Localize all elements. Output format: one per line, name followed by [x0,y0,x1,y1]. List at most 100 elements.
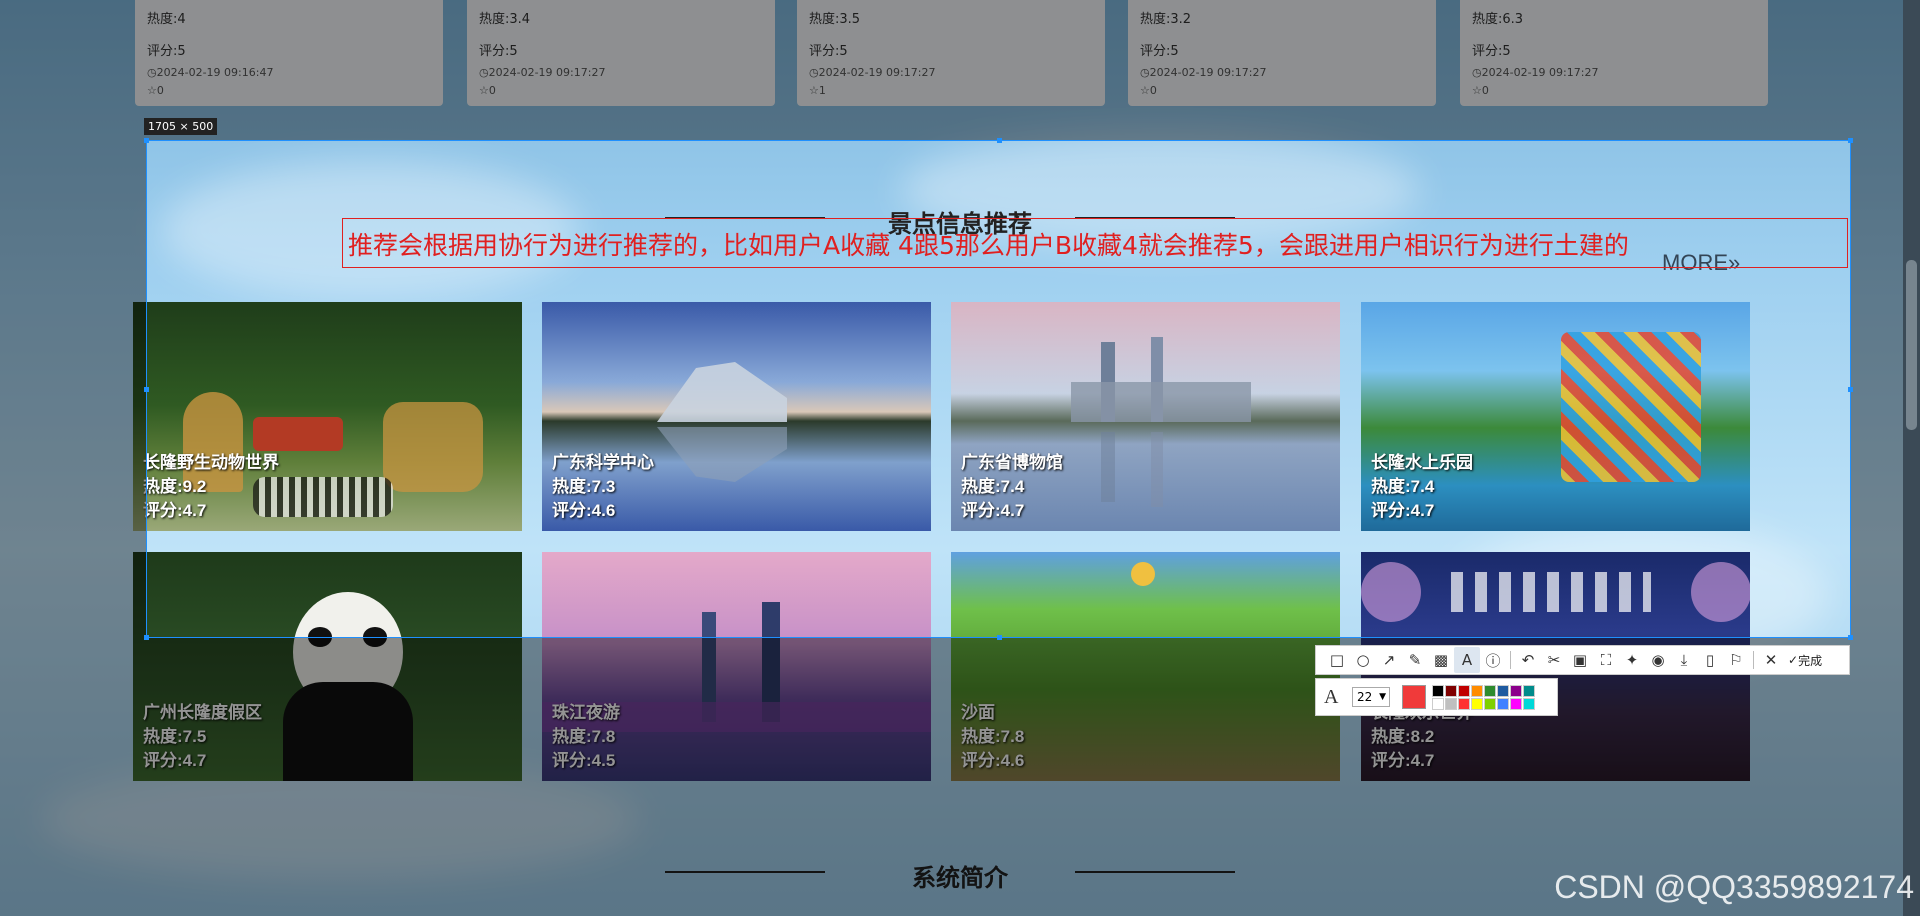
attraction-card[interactable]: 长隆野生动物世界 热度:9.2 评分:4.7 [133,302,522,531]
rectangle-tool-icon[interactable]: □ [1324,647,1350,673]
screenshot-toolbar: □ ○ ↗ ✎ ▩ A ⓘ ↶ ✂ ▣ ⛶ ✦ ◉ ⤓ ▯ ⚐ ✕ ✓ 完成 [1315,645,1850,675]
star-icon: ☆ [479,84,489,97]
attraction-card[interactable]: 长隆水上乐园 热度:7.4 评分:4.7 [1361,302,1750,531]
clock-icon: ◷ [1472,66,1482,79]
attraction-heat: 热度:7.4 [1371,477,1435,496]
top-card[interactable]: 热度:3.5 评分:5 ◷2024-02-19 09:17:27 ☆1 [797,0,1105,106]
top-card[interactable]: 热度:4 评分:5 ◷2024-02-19 09:16:47 ☆0 [135,0,443,106]
card-heat: 热度:3.4 [479,12,531,27]
ellipse-tool-icon[interactable]: ○ [1350,647,1376,673]
scrollbar-thumb[interactable] [1906,260,1917,430]
clock-icon: ◷ [809,66,819,79]
card-score: 评分:5 [479,44,518,59]
font-icon: A [1324,685,1339,708]
top-card[interactable]: 热度:3.2 评分:5 ◷2024-02-19 09:17:27 ☆0 [1128,0,1436,106]
done-label: 完成 [1798,653,1823,668]
color-palette [1432,684,1535,710]
attraction-info: 广东省博物馆 热度:7.4 评分:4.7 [961,451,1063,523]
check-icon: ✓ [1788,653,1799,667]
attraction-heat: 热度:9.2 [143,477,207,496]
attraction-info: 长隆野生动物世界 热度:9.2 评分:4.7 [143,451,279,523]
done-button[interactable]: ✓ 完成 [1788,652,1822,669]
record-icon[interactable]: ◉ [1645,647,1671,673]
pen-tool-icon[interactable]: ✎ [1402,647,1428,673]
card-heat: 热度:6.3 [1472,12,1524,27]
attraction-score: 评分:4.7 [1371,751,1435,770]
attraction-name: 广东省博物馆 [961,453,1063,472]
current-color-swatch[interactable] [1402,685,1426,709]
text-options-bar: A 22 ▼ [1315,678,1558,716]
resize-handle[interactable] [1848,138,1853,143]
font-size-select[interactable]: 22 ▼ [1352,687,1390,707]
close-icon[interactable]: ✕ [1758,647,1784,673]
attraction-name: 广东科学中心 [552,453,654,472]
color-swatch[interactable] [1484,684,1496,697]
color-swatch[interactable] [1497,697,1509,710]
undo-icon[interactable]: ↶ [1515,647,1541,673]
attraction-score: 评分:4.7 [143,751,207,770]
color-swatch[interactable] [1445,684,1457,697]
color-swatch[interactable] [1523,684,1535,697]
color-swatch[interactable] [1510,684,1522,697]
attraction-heat: 热度:7.8 [961,727,1025,746]
resize-handle[interactable] [1848,635,1853,640]
pin-icon[interactable]: ✦ [1619,647,1645,673]
card-fav: ☆0 [147,84,164,97]
phone-icon[interactable]: ▯ [1697,647,1723,673]
attraction-card[interactable]: 广州长隆度假区 热度:7.5 评分:4.7 [133,552,522,781]
bookmark-icon[interactable]: ⚐ [1723,647,1749,673]
annotation-text[interactable]: 推荐会根据用协行为进行推荐的，比如用户A收藏 4跟5那么用户B收藏4就会推荐5，… [348,226,1629,262]
color-swatch[interactable] [1497,684,1509,697]
attraction-score: 评分:4.6 [552,501,616,520]
text-tool-icon[interactable]: A [1454,647,1480,673]
resize-handle[interactable] [1848,387,1853,392]
color-swatch[interactable] [1432,697,1444,710]
clock-icon: ◷ [479,66,489,79]
download-icon[interactable]: ⤓ [1671,647,1697,673]
card-fav: ☆0 [479,84,496,97]
number-tool-icon[interactable]: ⓘ [1480,647,1506,673]
card-time: ◷2024-02-19 09:17:27 [809,66,936,79]
card-fav: ☆0 [1472,84,1489,97]
attraction-card[interactable]: 沙面 热度:7.8 评分:4.6 [951,552,1340,781]
attraction-score: 评分:4.7 [961,501,1025,520]
color-swatch[interactable] [1471,697,1483,710]
color-swatch[interactable] [1471,684,1483,697]
color-swatch[interactable] [1458,697,1470,710]
scissors-icon[interactable]: ✂ [1541,647,1567,673]
clock-icon: ◷ [147,66,157,79]
attraction-card[interactable]: 广东省博物馆 热度:7.4 评分:4.7 [951,302,1340,531]
card-heat: 热度:4 [147,12,186,27]
mosaic-tool-icon[interactable]: ▩ [1428,647,1454,673]
color-swatch[interactable] [1432,684,1444,697]
attraction-card[interactable]: 广东科学中心 热度:7.3 评分:4.6 [542,302,931,531]
color-swatch[interactable] [1523,697,1535,710]
color-swatch[interactable] [1445,697,1457,710]
star-icon: ☆ [147,84,157,97]
card-heat: 热度:3.5 [809,12,861,27]
clock-icon: ◷ [1140,66,1150,79]
attraction-name: 广州长隆度假区 [143,703,262,722]
attraction-info: 珠江夜游 热度:7.8 评分:4.5 [552,701,620,773]
color-swatch[interactable] [1510,697,1522,710]
top-card[interactable]: 热度:6.3 评分:5 ◷2024-02-19 09:17:27 ☆0 [1460,0,1768,106]
card-time: ◷2024-02-19 09:16:47 [147,66,274,79]
color-swatch[interactable] [1458,684,1470,697]
title-line-right [1075,871,1235,873]
card-score: 评分:5 [147,44,186,59]
top-card[interactable]: 热度:3.4 评分:5 ◷2024-02-19 09:17:27 ☆0 [467,0,775,106]
toolbar-divider [1753,651,1754,669]
attraction-name: 长隆水上乐园 [1371,453,1473,472]
attraction-name: 沙面 [961,703,995,722]
card-score: 评分:5 [1140,44,1179,59]
star-icon: ☆ [809,84,819,97]
arrow-tool-icon[interactable]: ↗ [1376,647,1402,673]
card-time: ◷2024-02-19 09:17:27 [479,66,606,79]
resize-handle[interactable] [144,138,149,143]
scrollbar[interactable] [1903,0,1920,916]
ocr-icon[interactable]: ▣ [1567,647,1593,673]
attraction-card[interactable]: 珠江夜游 热度:7.8 评分:4.5 [542,552,931,781]
watermark-text: CSDN @QQ3359892174 [1554,869,1914,905]
color-swatch[interactable] [1484,697,1496,710]
scroll-capture-icon[interactable]: ⛶ [1593,647,1619,673]
